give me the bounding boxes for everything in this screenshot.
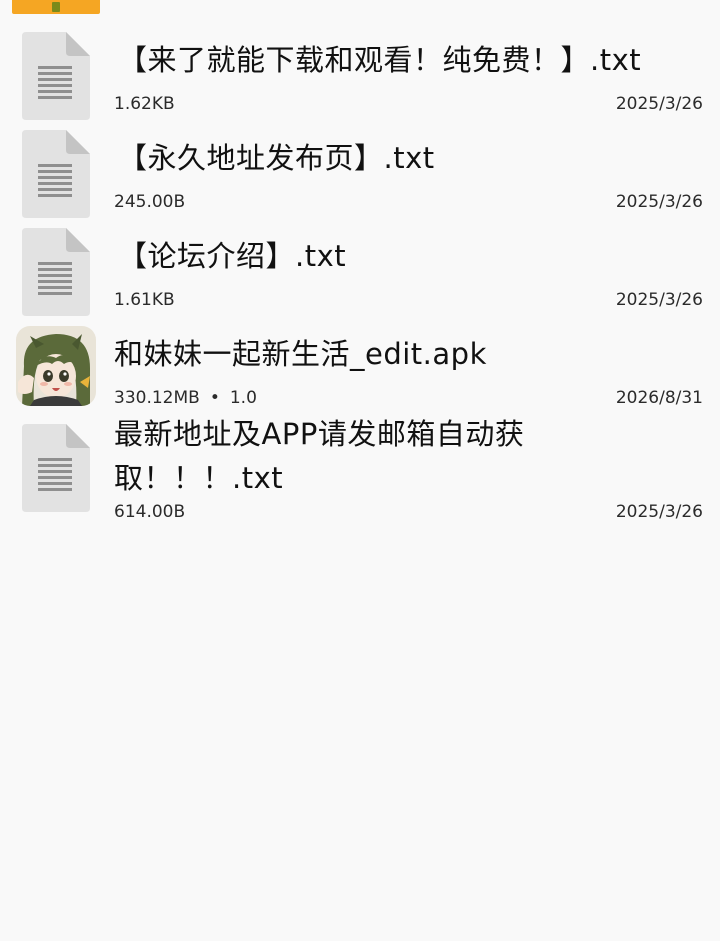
file-date: 2025/3/26	[615, 290, 703, 310]
file-date: 2026/8/31	[615, 388, 703, 408]
file-name: 和妹妹一起新生活_edit.apk	[114, 337, 487, 371]
folder-badge-icon	[52, 2, 60, 12]
file-name: 【永久地址发布页】.txt	[118, 141, 435, 175]
file-date: 2025/3/26	[615, 94, 703, 114]
file-row[interactable]: 和妹妹一起新生活_edit.apk 330.12MB • 1.0 2026/8/31	[0, 322, 720, 420]
file-size-version: 330.12MB • 1.0	[114, 388, 257, 408]
app-icon	[16, 326, 96, 406]
file-date: 2025/3/26	[615, 192, 703, 212]
file-size: 1.61KB	[114, 290, 175, 310]
file-name: 【论坛介绍】.txt	[118, 239, 347, 273]
file-row[interactable]: 最新地址及APP请发邮箱自动获取！！！.txt 614.00B 2025/3/2…	[0, 417, 720, 540]
app-version: 1.0	[229, 388, 257, 408]
folder-icon[interactable]	[12, 0, 100, 14]
file-name: 【来了就能下载和观看！纯免费！】.txt	[118, 43, 642, 77]
file-size: 245.00B	[114, 192, 186, 212]
file-date: 2025/3/26	[615, 502, 703, 522]
file-name: 最新地址及APP请发邮箱自动获取！！！.txt	[114, 417, 525, 495]
file-row[interactable]: 【来了就能下载和观看！纯免费！】.txt 1.62KB 2025/3/26	[0, 28, 720, 126]
file-size: 330.12MB	[114, 388, 200, 408]
file-size: 614.00B	[114, 502, 186, 522]
file-row[interactable]: 【永久地址发布页】.txt 245.00B 2025/3/26	[0, 126, 720, 224]
text-file-icon	[22, 32, 90, 120]
text-file-icon	[22, 228, 90, 316]
file-browser-screen: 【来了就能下载和观看！纯免费！】.txt 1.62KB 2025/3/26 【永…	[0, 0, 720, 941]
file-size: 1.62KB	[114, 94, 175, 114]
file-list: 【来了就能下载和观看！纯免费！】.txt 1.62KB 2025/3/26 【永…	[0, 28, 720, 540]
separator-dot: •	[209, 388, 220, 408]
text-file-icon	[22, 424, 90, 512]
text-file-icon	[22, 130, 90, 218]
file-row[interactable]: 【论坛介绍】.txt 1.61KB 2025/3/26	[0, 224, 720, 322]
